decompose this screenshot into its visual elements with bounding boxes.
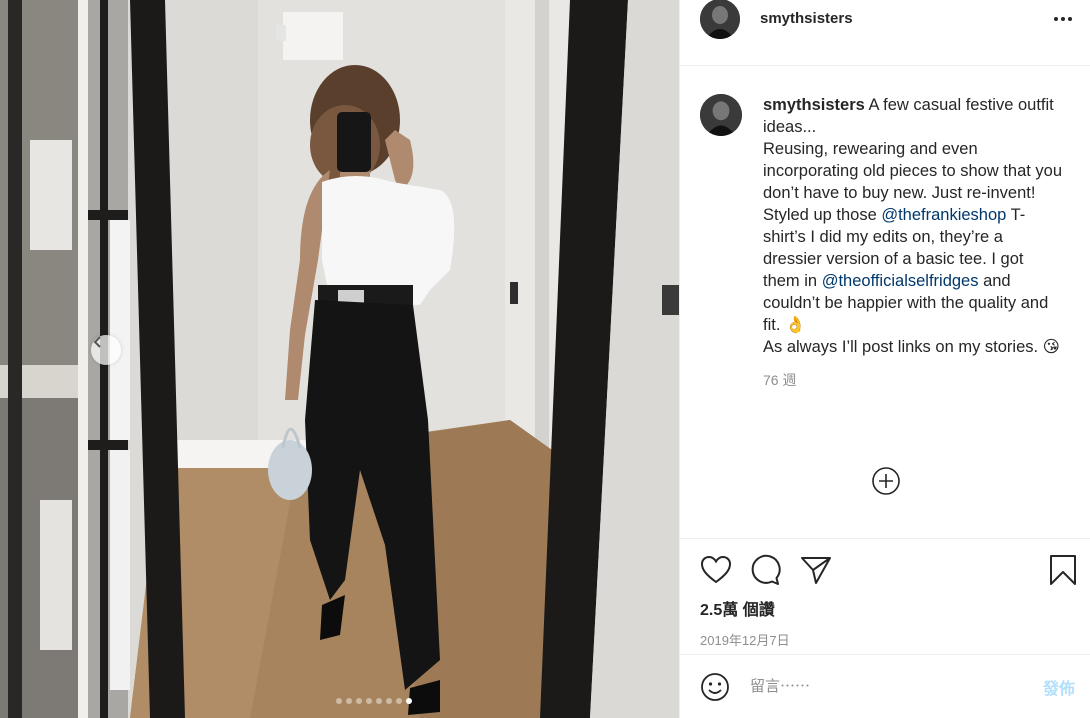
comment-button[interactable]	[750, 554, 782, 586]
caption-avatar[interactable]	[700, 94, 742, 136]
heart-icon	[700, 555, 732, 584]
comment-input[interactable]	[750, 678, 1043, 695]
carousel-dot	[396, 698, 402, 704]
caption-line-3a: Styled up those	[763, 206, 882, 224]
share-button[interactable]	[800, 555, 832, 585]
smiley-icon	[701, 672, 729, 701]
caption-line-2: Reusing, rewearing and even incorporatin…	[763, 140, 1063, 202]
paper-plane-icon	[801, 557, 831, 584]
save-button[interactable]	[1049, 554, 1077, 586]
more-options-icon	[1054, 17, 1072, 21]
post-side-panel: smythsisters smythsisters A few casual f…	[679, 0, 1090, 718]
speech-bubble-icon	[751, 554, 781, 585]
post-header: smythsisters	[680, 0, 1090, 66]
plus-circle-icon	[872, 467, 900, 495]
chevron-left-icon	[93, 336, 101, 348]
post-photo[interactable]	[0, 0, 679, 718]
ellipsis-icon[interactable]	[1052, 8, 1074, 36]
previous-photo-button[interactable]	[91, 335, 121, 365]
bookmark-icon	[1050, 555, 1076, 585]
carousel-dot	[336, 698, 342, 704]
load-more-comments-button[interactable]	[871, 466, 901, 496]
action-icons	[700, 554, 1076, 586]
mention-link-selfridges[interactable]: @theofficialselfridges	[822, 272, 979, 290]
avatar[interactable]	[700, 0, 740, 39]
profile-photo	[700, 0, 740, 39]
carousel-dot-active	[406, 698, 412, 704]
emoji-button[interactable]	[700, 672, 730, 702]
add-comment-bar: 發佈	[680, 654, 1090, 718]
post-caption: smythsisters A few casual festive outfit…	[763, 94, 1063, 358]
caption-line-4: As always I’ll post links on my stories.…	[763, 338, 1060, 356]
mention-link-frankieshop[interactable]: @thefrankieshop	[881, 206, 1006, 224]
carousel-indicator	[336, 698, 412, 704]
header-username[interactable]: smythsisters	[760, 10, 853, 27]
profile-photo	[700, 94, 742, 136]
post-date: 2019年12月7日	[700, 633, 790, 648]
caption-row: smythsisters A few casual festive outfit…	[700, 94, 1071, 358]
comments-section: smythsisters A few casual festive outfit…	[680, 66, 1090, 538]
caption-time-ago[interactable]: 76 週	[763, 370, 1071, 390]
caption-username[interactable]: smythsisters	[763, 96, 865, 114]
carousel-dot	[366, 698, 372, 704]
post-comment-button[interactable]: 發佈	[1043, 675, 1075, 699]
likes-count[interactable]: 2.5萬 個讚	[700, 596, 1071, 620]
like-button[interactable]	[700, 555, 732, 585]
carousel-dot	[356, 698, 362, 704]
post-actions: 2.5萬 個讚 2019年12月7日	[680, 538, 1090, 654]
carousel-dot	[386, 698, 392, 704]
carousel-dot	[346, 698, 352, 704]
carousel-dot	[376, 698, 382, 704]
